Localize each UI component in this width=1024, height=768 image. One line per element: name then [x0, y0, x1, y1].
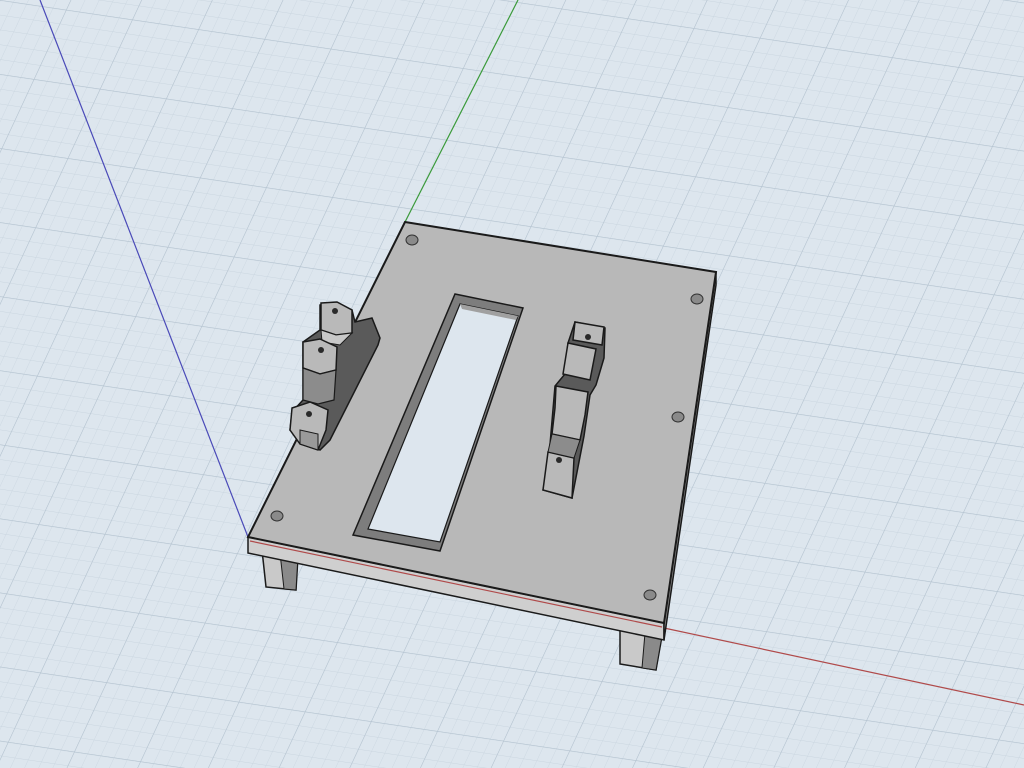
hole-icon — [690, 293, 704, 305]
screw-hole-icon — [332, 308, 338, 314]
screw-hole-icon — [556, 457, 562, 463]
hole-icon — [270, 510, 284, 522]
screw-hole-icon — [318, 347, 324, 353]
scene[interactable] — [0, 0, 1024, 768]
hole-icon — [405, 234, 419, 246]
screw-hole-icon — [306, 411, 312, 417]
hole-icon — [643, 589, 657, 601]
3d-viewport[interactable] — [0, 0, 1024, 768]
hole-icon — [671, 411, 685, 423]
screw-hole-icon — [585, 334, 591, 340]
